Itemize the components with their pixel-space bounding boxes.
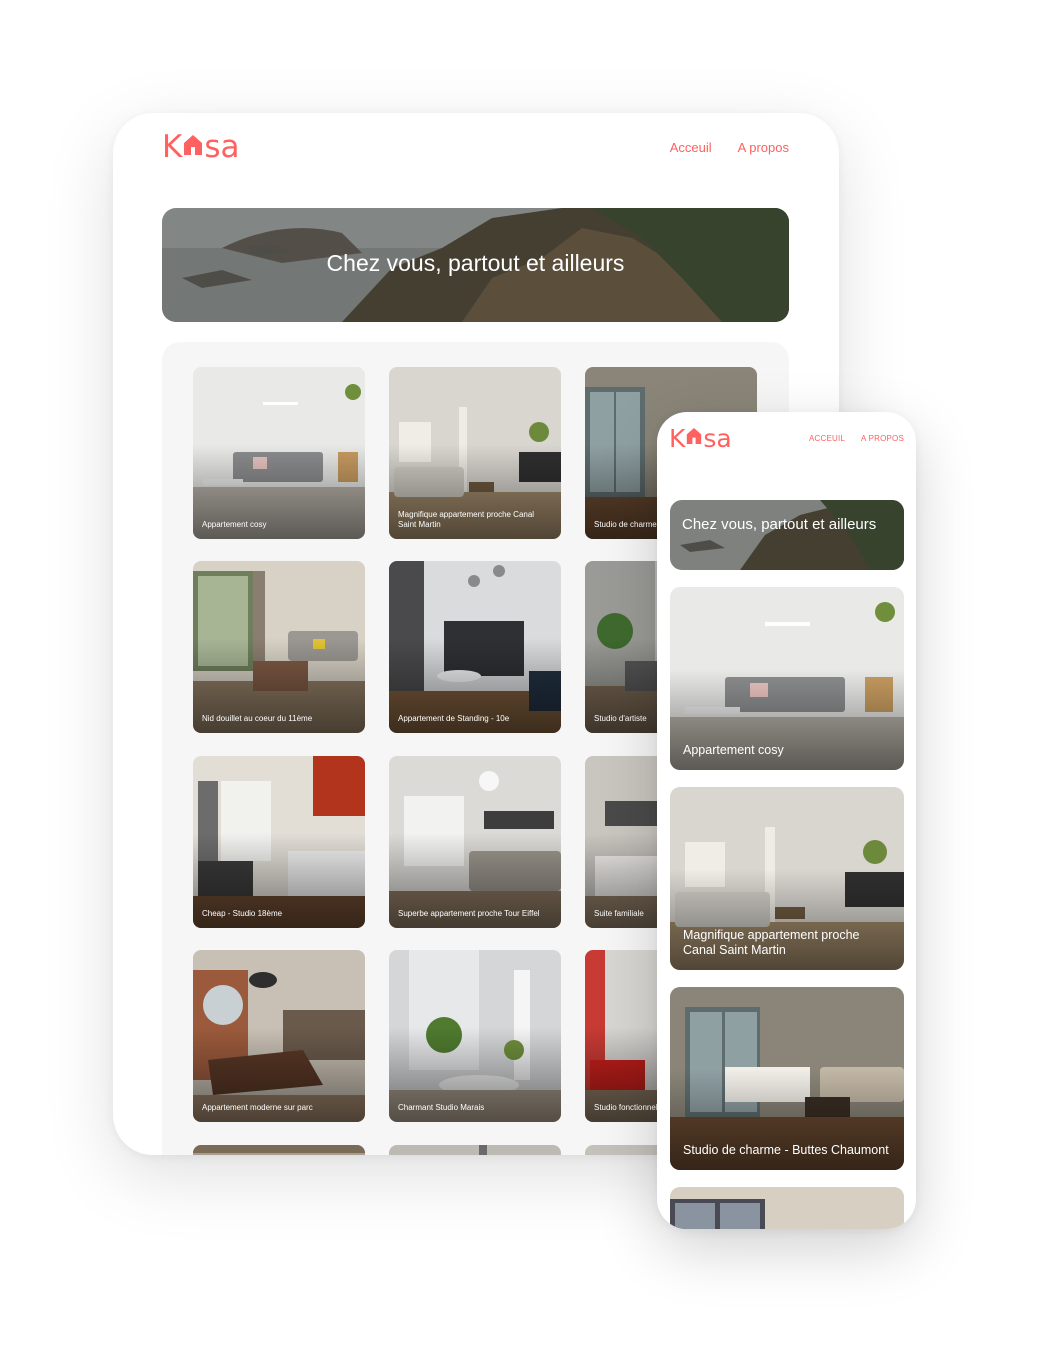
listing-card[interactable] xyxy=(670,1187,904,1229)
logo-letters-sa: sa xyxy=(703,423,732,453)
listing-title: Superbe appartement proche Tour Eiffel xyxy=(398,909,540,918)
listing-title: Magnifique appartement proche Canal Sain… xyxy=(683,928,860,957)
listing-title: Appartement de Standing - 10e xyxy=(398,714,510,723)
main-nav: ACCEUIL A PROPOS xyxy=(809,434,904,443)
listing-title: Cheap - Studio 18ème xyxy=(202,909,283,918)
listing-card[interactable]: Nid douillet au coeur du 11ème xyxy=(193,561,365,733)
hero-banner: Chez vous, partout et ailleurs xyxy=(670,500,904,570)
listing-title: Studio de charme - Buttes Chaumont xyxy=(683,1143,889,1157)
house-icon xyxy=(685,427,703,450)
listing-title: Appartement moderne sur parc xyxy=(202,1103,313,1112)
listing-card[interactable]: Studio de charme - Buttes Chaumont xyxy=(670,987,904,1170)
nav-link-about[interactable]: A propos xyxy=(738,140,789,155)
banner-title: Chez vous, partout et ailleurs xyxy=(682,516,877,533)
listing-card[interactable]: Appartement moderne sur parc xyxy=(193,950,365,1122)
apartment-photo xyxy=(389,1145,561,1155)
listing-card[interactable]: Appartement cosy xyxy=(193,367,365,539)
listing-title: Appartement cosy xyxy=(683,743,784,757)
kasa-logo[interactable]: K sa xyxy=(162,129,240,165)
listing-title: Nid douillet au coeur du 11ème xyxy=(202,714,313,723)
listing-card[interactable]: Magnifique appartement proche Canal Sain… xyxy=(389,367,561,539)
listing-card[interactable]: Cheap - Studio 18ème xyxy=(193,756,365,928)
nav-link-about[interactable]: A PROPOS xyxy=(861,434,904,443)
banner-overlay xyxy=(670,500,904,570)
apartment-photo xyxy=(193,1145,365,1155)
logo-letter-k: K xyxy=(162,128,183,165)
listing-card[interactable] xyxy=(193,1145,365,1155)
listing-card[interactable]: Magnifique appartement proche Canal Sain… xyxy=(670,787,904,970)
phone-mockup: K sa ACCEUIL A PROPOS Chez vous, partout… xyxy=(657,412,916,1229)
listing-card[interactable] xyxy=(389,1145,561,1155)
apartment-photo xyxy=(670,1187,904,1229)
kasa-logo[interactable]: K sa xyxy=(669,424,732,452)
listing-title: Charmant Studio Marais xyxy=(398,1103,485,1112)
listing-title: Appartement cosy xyxy=(202,520,267,529)
nav-link-home[interactable]: ACCEUIL xyxy=(809,434,845,443)
listing-card[interactable]: Appartement de Standing - 10e xyxy=(389,561,561,733)
main-nav: Acceuil A propos xyxy=(670,140,789,155)
logo-letters-sa: sa xyxy=(204,128,240,165)
logo-letter-k: K xyxy=(669,423,686,453)
hero-banner: Chez vous, partout et ailleurs xyxy=(162,208,789,322)
listing-card[interactable]: Appartement cosy xyxy=(670,587,904,770)
banner-title: Chez vous, partout et ailleurs xyxy=(326,250,625,276)
listing-title: Magnifique appartement proche Canal Sain… xyxy=(398,510,535,529)
nav-link-home[interactable]: Acceuil xyxy=(670,140,712,155)
listing-card[interactable]: Superbe appartement proche Tour Eiffel xyxy=(389,756,561,928)
house-icon xyxy=(182,134,204,161)
listing-card[interactable]: Charmant Studio Marais xyxy=(389,950,561,1122)
